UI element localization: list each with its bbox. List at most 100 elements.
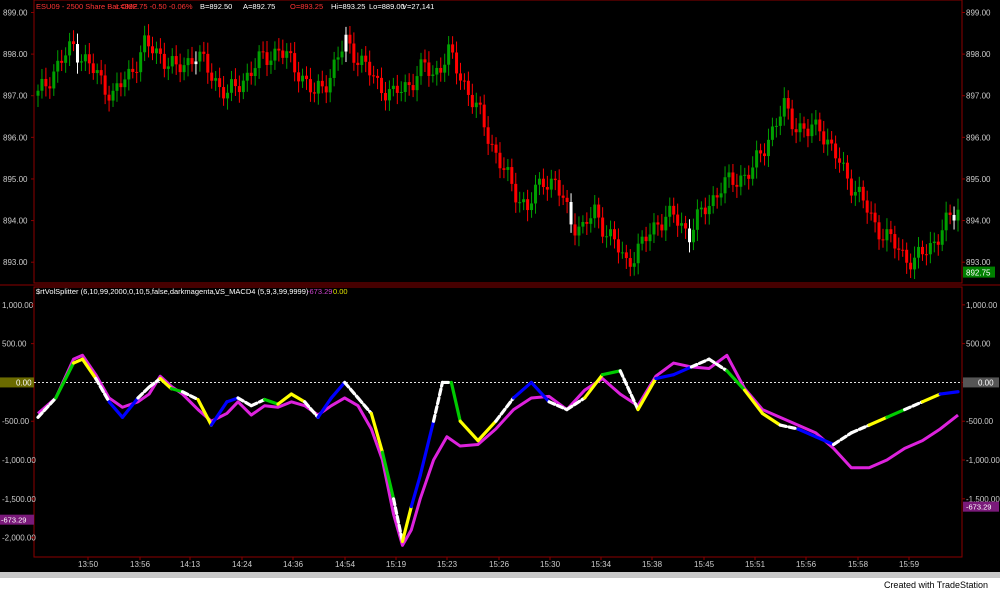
candle-body xyxy=(612,229,616,240)
candle-body xyxy=(99,70,103,76)
candle-body xyxy=(297,72,301,82)
candle-body xyxy=(87,54,91,64)
candle-body xyxy=(241,80,245,93)
volsplitter-segment xyxy=(458,419,480,443)
candle-body xyxy=(210,72,214,81)
x-tick-label: 15:30 xyxy=(540,560,561,569)
candle-body xyxy=(818,119,822,132)
candle-body xyxy=(174,56,178,65)
indicator-ytick-left: 500.00 xyxy=(2,340,27,349)
candle-body xyxy=(340,51,344,58)
x-tick-label: 15:45 xyxy=(694,560,715,569)
candle-body xyxy=(928,243,932,255)
candle-body xyxy=(395,85,399,93)
candle-body xyxy=(585,221,589,224)
candle-body xyxy=(593,204,597,219)
chart-header-field: B=892.50 xyxy=(200,2,232,11)
candle-body xyxy=(206,53,210,73)
candle-body xyxy=(289,51,293,54)
chart-header-field: Lo=889.00 xyxy=(369,2,405,11)
candle-body xyxy=(889,229,893,235)
candle-body xyxy=(482,104,486,128)
candle-body xyxy=(798,123,802,133)
candle-body xyxy=(316,80,320,94)
indicator-ytick-right: -1,000.00 xyxy=(966,456,1000,465)
candle-body xyxy=(605,236,609,238)
volsplitter-segment xyxy=(920,392,942,404)
volsplitter-segment xyxy=(169,387,185,394)
candle-body xyxy=(261,51,265,53)
candle-body xyxy=(743,174,747,176)
candle-body xyxy=(822,131,826,145)
candle-body xyxy=(731,172,735,185)
candle-body xyxy=(715,195,719,198)
volsplitter-segment xyxy=(600,369,622,377)
volsplitter-segment xyxy=(689,357,711,369)
candle-body xyxy=(336,57,340,60)
candle-body xyxy=(186,58,190,66)
candle-body xyxy=(376,75,380,78)
candle-body xyxy=(877,222,881,240)
candle-body xyxy=(36,90,40,96)
volsplitter-segment xyxy=(289,392,307,404)
candle-body xyxy=(158,48,162,54)
zero-label-right: 0.00 xyxy=(978,378,994,387)
candle-body xyxy=(178,64,182,73)
candle-body xyxy=(387,89,391,101)
price-ytick-left: 897.00 xyxy=(3,92,28,101)
value-label-left: -673.29 xyxy=(1,516,26,525)
x-tick-label: 15:34 xyxy=(591,560,612,569)
candle-body xyxy=(380,77,384,94)
candle-body xyxy=(304,75,308,80)
candle-body xyxy=(364,55,368,62)
chart-header-field: V=27,141 xyxy=(402,2,434,11)
candle-body xyxy=(545,187,549,190)
candle-body xyxy=(893,234,897,249)
candle-body xyxy=(253,68,257,77)
last-price-label: 892.75 xyxy=(966,269,991,278)
candle-body xyxy=(147,35,151,47)
candle-body xyxy=(834,143,838,159)
candle-body xyxy=(526,199,530,211)
candle-body xyxy=(569,202,573,225)
x-tick-label: 14:36 xyxy=(283,560,304,569)
candle-body xyxy=(865,200,869,213)
footer-bar xyxy=(0,578,1000,590)
candle-body xyxy=(368,61,372,76)
candle-body xyxy=(415,76,419,91)
candle-body xyxy=(747,174,751,179)
volsplitter-segment xyxy=(849,423,871,435)
candle-body xyxy=(273,48,277,61)
price-ytick-right: 898.00 xyxy=(966,50,991,59)
candle-body xyxy=(135,71,139,73)
candle-body xyxy=(182,65,186,73)
indicator-ytick-right: -500.00 xyxy=(966,417,994,426)
candle-body xyxy=(826,139,830,145)
candle-body xyxy=(853,191,857,196)
candle-body xyxy=(194,61,198,65)
candle-body xyxy=(616,239,620,253)
price-ytick-left: 899.00 xyxy=(3,8,28,17)
candle-body xyxy=(699,207,703,210)
candle-body xyxy=(857,186,861,192)
candle-body xyxy=(115,83,119,91)
price-ytick-right: 895.00 xyxy=(966,175,991,184)
candle-body xyxy=(356,62,360,66)
candle-body xyxy=(609,229,613,237)
candle-body xyxy=(830,139,834,144)
volsplitter-segment xyxy=(54,361,76,400)
candle-body xyxy=(237,86,241,93)
candle-body xyxy=(707,206,711,215)
candle-body xyxy=(952,214,956,221)
candle-body xyxy=(403,82,407,93)
candle-body xyxy=(794,129,798,133)
candle-body xyxy=(881,239,885,241)
indicator-value: -673.29 xyxy=(307,287,332,296)
candle-body xyxy=(324,86,328,93)
candle-body xyxy=(312,92,316,94)
indicator-name: VS_MACD4 (5,9,3,99,9999) xyxy=(215,287,309,296)
candle-body xyxy=(723,177,727,194)
candle-body xyxy=(565,197,569,203)
candle-body xyxy=(166,66,170,69)
candle-body xyxy=(190,58,194,65)
